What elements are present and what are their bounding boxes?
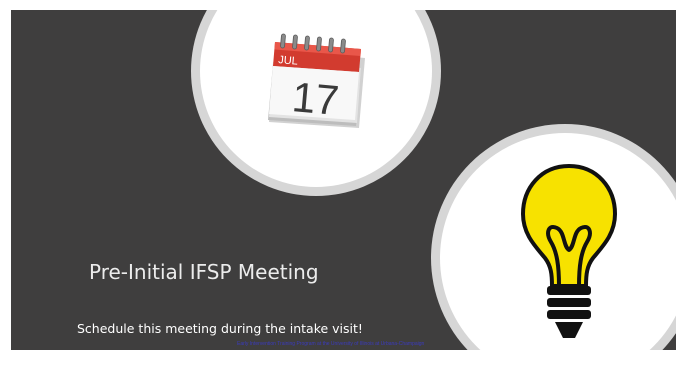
slide-subtitle: Schedule this meeting during the intake … <box>77 321 363 336</box>
slide-title: Pre-Initial IFSP Meeting <box>89 260 319 284</box>
calendar-month: JUL <box>278 54 299 68</box>
lightbulb-icon <box>520 163 618 338</box>
slide-footer: Early Intervention Training Program at t… <box>237 341 425 347</box>
calendar-day: 17 <box>290 73 341 124</box>
slide: JUL 17 Pre-Initial IFSP Meeting Schedule… <box>11 10 676 350</box>
calendar-icon: JUL 17 <box>268 33 365 128</box>
